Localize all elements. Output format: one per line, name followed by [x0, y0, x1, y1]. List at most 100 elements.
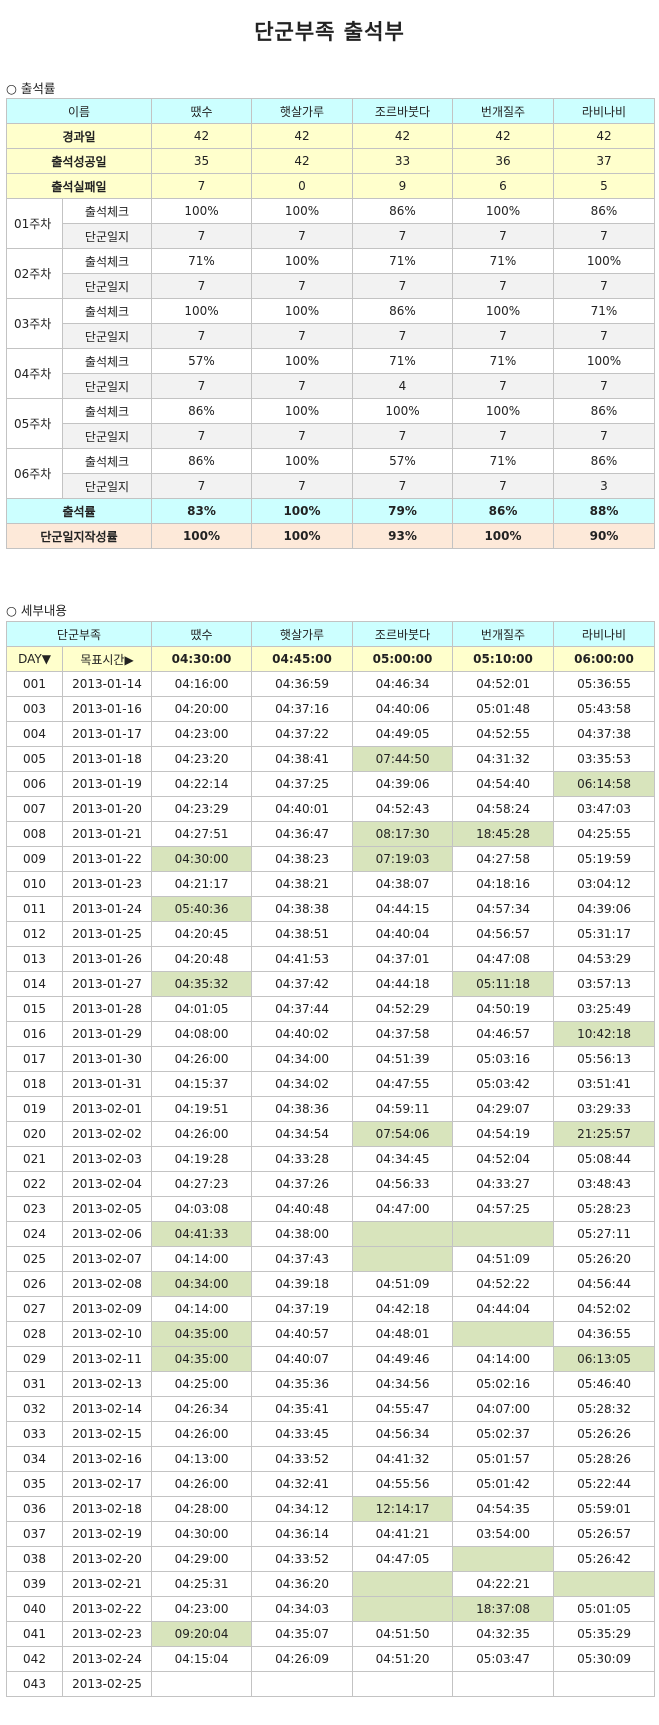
table-row: 028 2013-02-10 04:35:00 04:40:57 04:48:01 04:… [6, 1321, 656, 1347]
date-cell: 2013-01-16 [61, 696, 153, 722]
time-cell: 04:55:47 [352, 1396, 454, 1422]
time-cell: 04:23:29 [151, 796, 253, 822]
time-cell [553, 1671, 656, 1697]
date-cell: 2013-01-30 [61, 1046, 153, 1072]
time-cell: 04:39:06 [352, 771, 454, 797]
table-row: 017 2013-01-30 04:26:00 04:34:00 04:51:39 05:… [6, 1046, 656, 1072]
week-value: 7 [251, 273, 353, 299]
week-value: 86% [553, 398, 655, 424]
time-cell: 03:48:43 [553, 1171, 656, 1197]
time-cell: 04:47:00 [352, 1196, 454, 1222]
week-row-label: 출석체크 [62, 248, 152, 274]
time-cell [452, 1546, 555, 1572]
time-cell: 04:26:00 [151, 1471, 253, 1497]
time-cell: 04:37:16 [251, 696, 354, 722]
time-cell: 04:20:00 [151, 696, 253, 722]
time-cell: 05:08:44 [553, 1146, 656, 1172]
time-cell: 04:35:36 [251, 1371, 354, 1397]
time-cell: 04:41:33 [151, 1221, 253, 1247]
time-cell: 04:52:43 [352, 796, 454, 822]
summary-value: 9 [352, 173, 453, 199]
time-cell: 04:59:11 [352, 1096, 454, 1122]
date-cell: 2013-01-23 [61, 871, 153, 897]
day-cell: 023 [6, 1196, 63, 1222]
time-cell: 04:03:08 [151, 1196, 253, 1222]
week-row-label: 출석체크 [62, 298, 152, 324]
summary-value: 42 [452, 123, 554, 149]
week-value: 100% [251, 348, 353, 374]
time-cell: 04:19:28 [151, 1146, 253, 1172]
week-value: 71% [352, 248, 453, 274]
time-cell: 04:37:26 [251, 1171, 354, 1197]
time-cell: 03:29:33 [553, 1096, 656, 1122]
header-member: 라비나비 [553, 98, 655, 124]
rate-value: 83% [151, 498, 252, 524]
target-time-row: DAY▼ 목표시간▶ 04:30:00 04:45:00 05:00:00 05:10:0… [6, 646, 656, 672]
header-member: 라비나비 [553, 621, 656, 647]
time-cell: 04:26:00 [151, 1046, 253, 1072]
time-cell: 04:07:00 [452, 1396, 555, 1422]
time-cell: 04:56:33 [352, 1171, 454, 1197]
day-cell: 017 [6, 1046, 63, 1072]
day-cell: 021 [6, 1146, 63, 1172]
week-value: 7 [553, 323, 655, 349]
time-cell: 04:39:06 [553, 896, 656, 922]
date-cell: 2013-02-13 [61, 1371, 153, 1397]
time-cell: 03:57:13 [553, 971, 656, 997]
table-row: 014 2013-01-27 04:35:32 04:37:42 04:44:18 05:… [6, 971, 656, 997]
time-cell: 04:40:48 [251, 1196, 354, 1222]
date-cell: 2013-02-20 [61, 1546, 153, 1572]
time-cell: 05:28:23 [553, 1196, 656, 1222]
time-cell: 04:36:20 [251, 1571, 354, 1597]
table-row: 031 2013-02-13 04:25:00 04:35:36 04:34:56 05:… [6, 1371, 656, 1397]
week-value: 100% [251, 248, 353, 274]
date-cell: 2013-01-17 [61, 721, 153, 747]
week-value: 7 [151, 323, 252, 349]
date-cell: 2013-02-19 [61, 1521, 153, 1547]
time-cell: 05:19:59 [553, 846, 656, 872]
time-cell: 05:03:42 [452, 1071, 555, 1097]
time-cell: 04:37:25 [251, 771, 354, 797]
day-cell: 037 [6, 1521, 63, 1547]
details-header-row: 단군부족 땠수 햇살가루 조르바붓다 번개질주 라비나비 [5, 621, 656, 647]
time-cell: 04:44:18 [352, 971, 454, 997]
time-cell: 05:26:57 [553, 1521, 656, 1547]
table-row: 022 2013-02-04 04:27:23 04:37:26 04:56:33 04:… [6, 1171, 656, 1197]
section-details-label: ○ 세부내용 [6, 603, 67, 618]
date-cell: 2013-02-14 [61, 1396, 153, 1422]
week-value: 7 [151, 273, 252, 299]
time-cell: 04:40:02 [251, 1021, 354, 1047]
time-cell: 04:19:51 [151, 1096, 253, 1122]
time-cell: 04:51:50 [352, 1621, 454, 1647]
time-cell: 04:40:01 [251, 796, 354, 822]
time-cell: 04:34:00 [151, 1271, 253, 1297]
time-cell: 04:34:02 [251, 1071, 354, 1097]
rate-value: 88% [553, 498, 655, 524]
time-cell: 04:23:20 [151, 746, 253, 772]
target-time: 05:00:00 [352, 646, 454, 672]
date-cell: 2013-02-08 [61, 1271, 153, 1297]
header-member: 조르바붓다 [352, 621, 454, 647]
time-cell: 05:43:58 [553, 696, 656, 722]
attendance-page: 단군부족 출석부 ○ 출석률 이름 땠수 햇살가루 조르바붓다 번개질주 라비나비 경과일 4… [0, 0, 659, 1725]
week-value: 7 [151, 423, 252, 449]
day-cell: 019 [6, 1096, 63, 1122]
time-cell: 04:20:48 [151, 946, 253, 972]
date-cell: 2013-02-05 [61, 1196, 153, 1222]
date-cell: 2013-02-01 [61, 1096, 153, 1122]
time-cell: 04:22:14 [151, 771, 253, 797]
table-row: 040 2013-02-22 04:23:00 04:34:03 18:37:08 05:… [6, 1596, 656, 1622]
time-cell: 04:35:41 [251, 1396, 354, 1422]
table-row: 035 2013-02-17 04:26:00 04:32:41 04:55:56 05:… [6, 1471, 656, 1497]
time-cell: 05:40:36 [151, 896, 253, 922]
time-cell: 04:52:04 [452, 1146, 555, 1172]
time-cell: 04:51:39 [352, 1046, 454, 1072]
header-name: 이름 [6, 98, 152, 124]
date-cell: 2013-01-25 [61, 921, 153, 947]
section-attendance-rate-label: ○ 출석률 [6, 81, 56, 96]
time-cell: 04:32:35 [452, 1621, 555, 1647]
page-title: 단군부족 출석부 [254, 20, 405, 44]
time-cell: 04:26:09 [251, 1646, 354, 1672]
table-row: 003 2013-01-16 04:20:00 04:37:16 04:40:06 05:… [6, 696, 656, 722]
journal-value: 100% [452, 523, 554, 549]
